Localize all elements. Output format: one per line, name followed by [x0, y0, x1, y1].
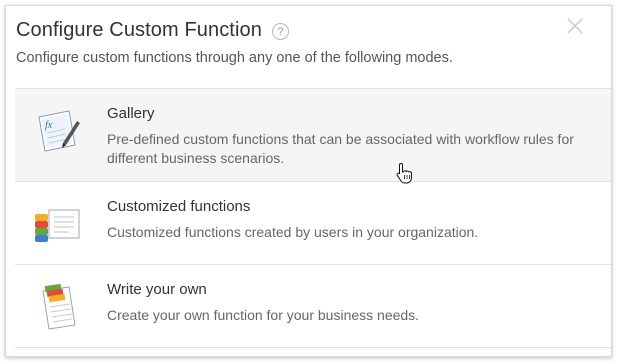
option-description: Create your own function for your busine…	[107, 307, 420, 323]
mode-options-list: fx Gallery Pre-defined custom functions …	[15, 88, 611, 348]
option-title: Write your own	[107, 281, 207, 298]
svg-text:fx: fx	[45, 120, 53, 131]
gallery-fx-document-icon: fx	[38, 110, 80, 152]
customized-functions-stack-icon	[35, 209, 80, 242]
option-description: Pre-defined custom functions that can be…	[107, 131, 574, 166]
close-icon[interactable]	[565, 16, 585, 36]
option-description: Customized functions created by users in…	[107, 224, 479, 240]
hand-pointer-cursor-icon	[396, 162, 412, 184]
list-bottom-divider	[15, 347, 611, 348]
option-title: Gallery	[107, 105, 155, 122]
configure-custom-function-dialog: Configure Custom Function ? Configure cu…	[5, 5, 612, 357]
help-icon[interactable]: ?	[271, 23, 289, 40]
dialog-title: Configure Custom Function	[16, 18, 262, 41]
option-customized-functions[interactable]: Customized functions Customized function…	[15, 181, 611, 264]
option-write-your-own[interactable]: Write your own Create your own function …	[15, 264, 611, 347]
dialog-header: Configure Custom Function ?	[16, 16, 289, 44]
dialog-subtitle: Configure custom functions through any o…	[16, 50, 453, 66]
write-your-own-notepad-icon	[42, 283, 76, 330]
option-title: Customized functions	[107, 198, 251, 215]
option-gallery[interactable]: fx Gallery Pre-defined custom functions …	[15, 88, 611, 181]
